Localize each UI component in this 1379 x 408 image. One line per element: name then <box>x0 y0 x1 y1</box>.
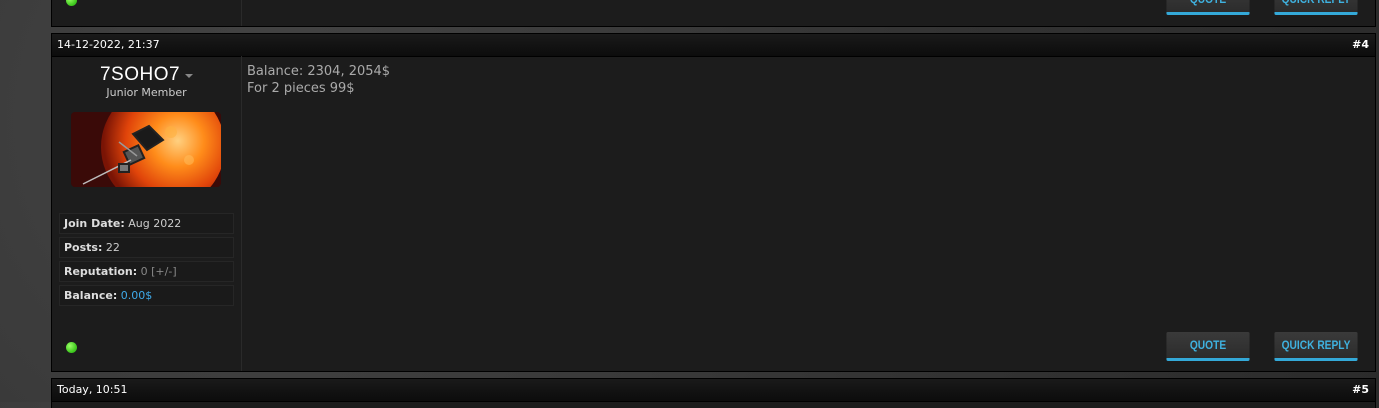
user-stats: Join Date: Aug 2022 Posts: 22 Reputation… <box>59 213 234 309</box>
post-message: Balance: 2304, 2054$ For 2 pieces 99$ <box>247 63 390 97</box>
user-title: Junior Member <box>106 86 187 99</box>
online-status-icon <box>66 342 77 353</box>
message-line: Balance: 2304, 2054$ <box>247 64 391 79</box>
balance-value: 0.00$ <box>120 289 153 302</box>
quick-reply-button[interactable]: QUICK REPLY <box>1274 332 1358 361</box>
chevron-down-icon[interactable] <box>185 73 194 78</box>
previous-post: QUOTE QUICK REPLY <box>51 0 1376 27</box>
reputation-value: 0 <box>140 265 148 278</box>
quote-button[interactable]: QUOTE <box>1166 0 1250 15</box>
post-date: 14-12-2022, 21:37 <box>57 38 160 51</box>
reputation-link[interactable]: [+/-] <box>151 265 176 278</box>
posts-value: 22 <box>105 241 120 254</box>
post-header: 14-12-2022, 21:37 #4 <box>52 34 1375 57</box>
quick-reply-button[interactable]: QUICK REPLY <box>1274 0 1358 15</box>
post-number-link[interactable]: #5 <box>1352 379 1369 401</box>
post: 14-12-2022, 21:37 #4 7SOHO7 Junior Membe… <box>51 33 1376 372</box>
reputation-row: Reputation: 0 [+/-] <box>59 261 234 282</box>
message-line: For 2 pieces 99$ <box>247 81 355 96</box>
online-status-icon <box>66 0 77 6</box>
posts-row: Posts: 22 <box>59 237 234 258</box>
user-info-panel: 7SOHO7 Junior Member Join Date: Aug 2022… <box>52 56 242 371</box>
sun-probe-avatar-icon <box>71 112 221 187</box>
join-date-value: Aug 2022 <box>128 217 182 230</box>
post-header: Today, 10:51 #5 <box>52 379 1375 402</box>
avatar[interactable] <box>71 112 221 187</box>
quote-button[interactable]: QUOTE <box>1166 332 1250 361</box>
previous-post-sidebar <box>52 0 242 26</box>
username-link[interactable]: 7SOHO7 <box>100 64 180 85</box>
post-date: Today, 10:51 <box>57 383 128 396</box>
join-date-row: Join Date: Aug 2022 <box>59 213 234 234</box>
balance-row: Balance: 0.00$ <box>59 285 234 306</box>
post-number-link[interactable]: #4 <box>1352 34 1369 56</box>
next-post: Today, 10:51 #5 <box>51 378 1376 408</box>
